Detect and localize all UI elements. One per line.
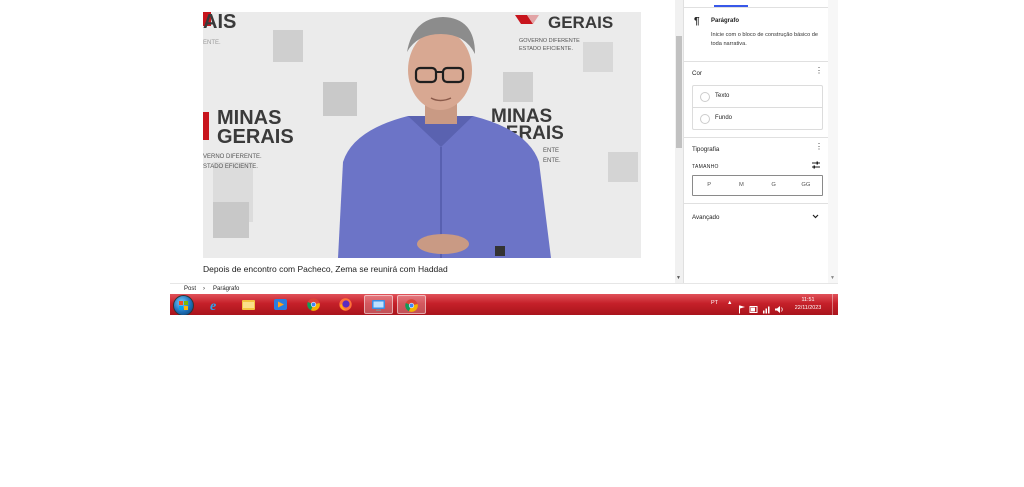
paragraph-icon: ¶ [694,16,700,27]
volume-icon[interactable] [775,306,783,313]
backdrop-text-top-left: AIS [203,12,236,33]
svg-text:ENTE: ENTE [543,148,559,154]
chrome-icon [405,299,418,312]
remote-desktop-icon [372,300,385,311]
svg-text:ENTE.: ENTE. [203,40,221,46]
color-background-option[interactable]: Fundo [693,107,822,129]
taskbar-media-player[interactable] [267,295,294,314]
image-caption[interactable]: Depois de encontro com Pacheco, Zema se … [203,264,448,274]
system-clock[interactable]: 11:51 22/11/2023 [789,296,827,312]
font-size-p[interactable]: P [693,176,725,195]
chrome-icon [307,298,320,311]
screenshot-window: AIS ENTE. GERAIS GOVERNO DIFERENTE ESTAD… [170,0,838,315]
typography-panel-title[interactable]: Tipografia [692,146,719,153]
taskbar-chrome-active[interactable] [397,295,426,314]
taskbar-firefox[interactable] [332,295,359,314]
folder-icon [242,300,255,310]
photo-illustration: AIS ENTE. GERAIS GOVERNO DIFERENTE ESTAD… [203,12,641,258]
post-image[interactable]: AIS ENTE. GERAIS GOVERNO DIFERENTE ESTAD… [203,12,641,258]
svg-text:VERNO DIFERENTE.: VERNO DIFERENTE. [203,154,262,160]
color-options: Texto Fundo [692,85,823,130]
font-size-m[interactable]: M [725,176,757,195]
svg-text:ESTADO EFICIENTE.: ESTADO EFICIENTE. [519,46,573,52]
network-icon[interactable] [763,306,770,314]
color-text-label: Texto [715,93,730,99]
breadcrumb-separator-icon: › [203,286,205,292]
scroll-down-icon[interactable]: ▼ [676,275,681,281]
color-text-option[interactable]: Texto [693,86,822,107]
typography-options-icon[interactable]: ⋮ [815,143,823,151]
font-size-g[interactable]: G [758,176,790,195]
font-size-picker: P M G GG [692,175,823,196]
background-color-swatch-icon [700,114,710,124]
block-description: Inicie com o bloco de construção básico … [711,32,818,47]
section-divider [684,137,829,138]
block-title: Parágrafo [711,18,740,24]
breadcrumb-post[interactable]: Post [184,286,196,292]
svg-text:GERAIS: GERAIS [548,13,613,32]
windows-logo-icon [179,301,188,310]
text-color-swatch-icon [700,92,710,102]
taskbar-internet-explorer[interactable]: e [202,295,229,314]
sliders-icon[interactable] [811,160,821,170]
font-size-label: TAMANHO [692,164,719,170]
chevron-down-icon[interactable] [812,213,819,220]
taskbar-remote-desktop[interactable] [364,295,393,314]
section-divider [684,203,829,204]
breadcrumb-paragraph[interactable]: Parágrafo [213,286,239,292]
firefox-icon [339,298,352,311]
svg-text:STADO EFICIENTE.: STADO EFICIENTE. [203,164,258,170]
windows-taskbar: e PT ▲ 11:51 22/11/2023 [170,294,838,315]
language-indicator[interactable]: PT [711,300,718,315]
show-hidden-icons-icon[interactable]: ▲ [727,300,732,315]
advanced-panel-title[interactable]: Avançado [692,214,719,221]
flag-icon[interactable] [739,305,745,314]
clock-date: 22/11/2023 [794,305,822,311]
svg-text:e: e [210,299,216,311]
tab-divider [684,7,829,8]
clock-time: 11:51 [801,297,815,303]
tray-status-icons [739,305,783,314]
taskbar-file-explorer[interactable] [235,295,262,314]
editor-scrollbar[interactable]: ▼ [675,0,683,283]
show-desktop-button[interactable] [832,294,838,315]
start-button[interactable] [173,295,194,315]
block-settings-sidebar: ¶ Parágrafo Inicie com o bloco de constr… [683,0,829,283]
color-background-label: Fundo [715,115,733,121]
media-player-icon [274,299,287,310]
color-panel-title[interactable]: Cor [692,70,702,77]
sidebar-scroll-down-icon[interactable]: ▼ [830,275,835,281]
sidebar-scrollbar[interactable]: ▼ [828,0,838,283]
svg-text:GOVERNO DIFERENTE: GOVERNO DIFERENTE [519,38,580,44]
editor-scrollbar-thumb[interactable] [676,36,682,148]
editor-canvas: AIS ENTE. GERAIS GOVERNO DIFERENTE ESTAD… [170,0,673,283]
color-options-icon[interactable]: ⋮ [815,67,823,75]
svg-text:ENTE.: ENTE. [543,158,561,164]
font-size-gg[interactable]: GG [790,176,822,195]
battery-icon[interactable] [749,306,758,313]
taskbar-chrome[interactable] [300,295,327,314]
section-divider [684,61,829,62]
internet-explorer-icon: e [210,299,216,311]
svg-text:GERAIS: GERAIS [217,126,294,148]
active-tab-indicator [714,5,748,7]
